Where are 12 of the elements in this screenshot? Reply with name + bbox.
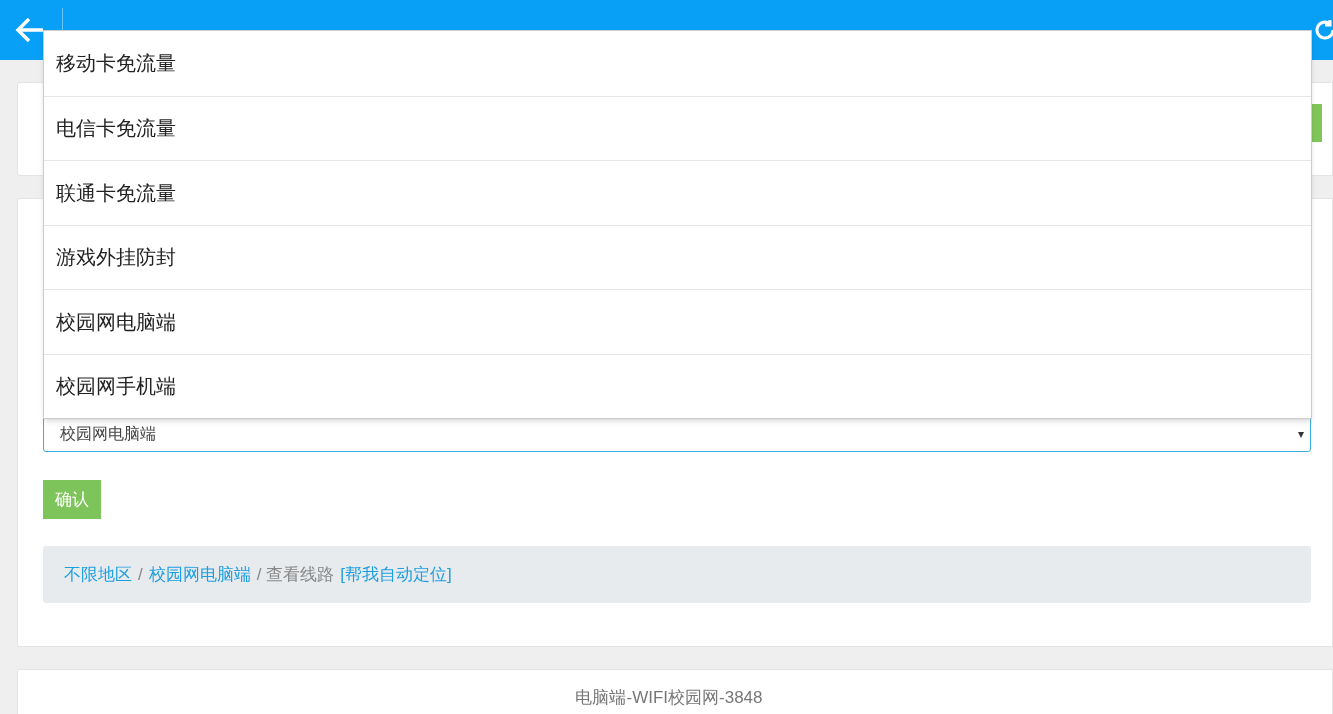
dropdown-option[interactable]: 游戏外挂防封 xyxy=(44,224,1311,289)
caret-icon: ▾ xyxy=(1298,425,1304,443)
dropdown-option[interactable]: 校园网手机端 xyxy=(44,353,1311,418)
back-arrow-icon[interactable] xyxy=(15,17,45,43)
breadcrumb-text: / xyxy=(138,563,143,586)
dropdown-option[interactable]: 校园网电脑端 xyxy=(44,289,1311,354)
breadcrumb-text: / 查看线路 xyxy=(256,563,335,586)
card-title: 电脑端-WIFI校园网-3848 xyxy=(575,687,763,709)
refresh-icon[interactable] xyxy=(1313,18,1333,42)
dropdown-option[interactable]: 联通卡免流量 xyxy=(44,160,1311,225)
dropdown-option[interactable]: 电信卡免流量 xyxy=(44,95,1311,160)
dropdown-option[interactable]: 移动卡免流量 xyxy=(44,31,1311,96)
